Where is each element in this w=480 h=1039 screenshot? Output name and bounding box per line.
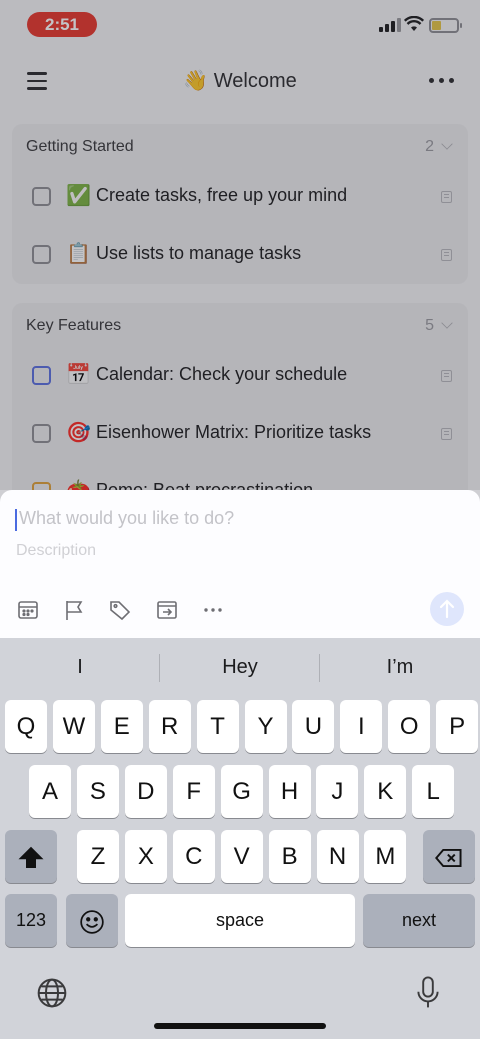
letter-key[interactable]: Y [244, 700, 287, 753]
letter-key[interactable]: P [436, 700, 479, 753]
emoji-icon [80, 909, 104, 934]
calendar-icon[interactable] [16, 598, 40, 622]
letter-key[interactable]: U [292, 700, 335, 753]
shift-key[interactable] [5, 830, 57, 883]
more-icon[interactable] [201, 598, 225, 622]
modal-dim-overlay[interactable] [0, 0, 480, 490]
tag-icon[interactable] [108, 598, 132, 622]
next-key[interactable]: next [363, 894, 475, 947]
flag-icon[interactable] [62, 598, 86, 622]
suggestion-1[interactable]: I [0, 646, 160, 688]
backspace-icon [435, 848, 462, 867]
keyboard: I Hey I’m QWERTYUIOP ASDFGHJKL ZXCVBNM 1… [0, 638, 480, 1039]
letter-key[interactable]: T [196, 700, 239, 753]
letter-key[interactable]: V [220, 830, 263, 883]
letter-key[interactable]: D [124, 765, 167, 818]
move-to-list-icon[interactable] [155, 598, 179, 622]
letter-key[interactable]: I [340, 700, 383, 753]
letter-key[interactable]: W [52, 700, 95, 753]
letter-key[interactable]: M [364, 830, 407, 883]
letter-key[interactable]: O [388, 700, 431, 753]
letter-key[interactable]: K [364, 765, 407, 818]
shift-icon [18, 846, 44, 868]
letter-key[interactable]: N [316, 830, 359, 883]
letter-key[interactable]: H [268, 765, 311, 818]
quick-add-sheet [0, 490, 480, 638]
letter-key[interactable]: G [220, 765, 263, 818]
letter-key[interactable]: Z [77, 830, 119, 883]
suggestion-2[interactable]: Hey [160, 646, 320, 688]
space-key[interactable]: space [125, 894, 355, 947]
numbers-key[interactable]: 123 [5, 894, 57, 947]
letter-key[interactable]: J [316, 765, 359, 818]
letter-key[interactable]: R [148, 700, 191, 753]
home-indicator [154, 1023, 326, 1029]
letter-key[interactable]: S [76, 765, 119, 818]
letter-key[interactable]: A [29, 765, 71, 818]
backspace-key[interactable] [423, 830, 475, 883]
task-description-input[interactable] [16, 542, 436, 560]
microphone-icon[interactable] [413, 975, 443, 1011]
send-button[interactable] [430, 592, 464, 626]
letter-key[interactable]: Q [5, 700, 47, 753]
letter-key[interactable]: F [172, 765, 215, 818]
letter-key[interactable]: B [268, 830, 311, 883]
letter-key[interactable]: C [172, 830, 215, 883]
letter-key[interactable]: L [412, 765, 455, 818]
letter-key[interactable]: E [100, 700, 143, 753]
task-title-input[interactable] [19, 508, 439, 529]
emoji-key[interactable] [66, 894, 118, 947]
letter-key[interactable]: X [124, 830, 167, 883]
text-cursor [15, 509, 17, 531]
suggestion-3[interactable]: I’m [320, 646, 480, 688]
arrow-up-icon [439, 599, 455, 619]
globe-icon[interactable] [36, 977, 68, 1009]
